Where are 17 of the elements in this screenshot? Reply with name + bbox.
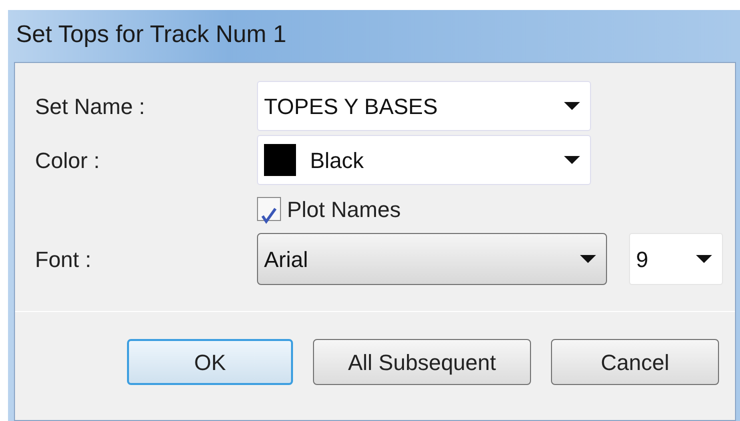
field-label: Set Name : [35,92,146,120]
color-dropdown[interactable]: Black [257,135,591,185]
window-title: Set Tops for Track Num 1 [15,20,288,50]
font-dropdown[interactable]: Arial [257,233,607,285]
name-dropdown[interactable]: TOPES Y BASES [257,81,591,131]
field-label: Font : [35,246,92,274]
caret-icon [564,101,580,111]
ok-button[interactable]: OK [127,339,293,385]
cancel-button[interactable]: Cancel [551,339,719,385]
field-label: Color : [35,146,101,174]
checkbox-label: Plot Names [287,196,401,224]
caret-icon [564,155,580,165]
checkbox[interactable] [257,197,281,221]
caret-icon [696,254,712,264]
caret-icon [580,254,596,264]
size-dropdown[interactable]: 9 [629,233,723,285]
all-subsequent-button[interactable]: All Subsequent [313,339,531,385]
